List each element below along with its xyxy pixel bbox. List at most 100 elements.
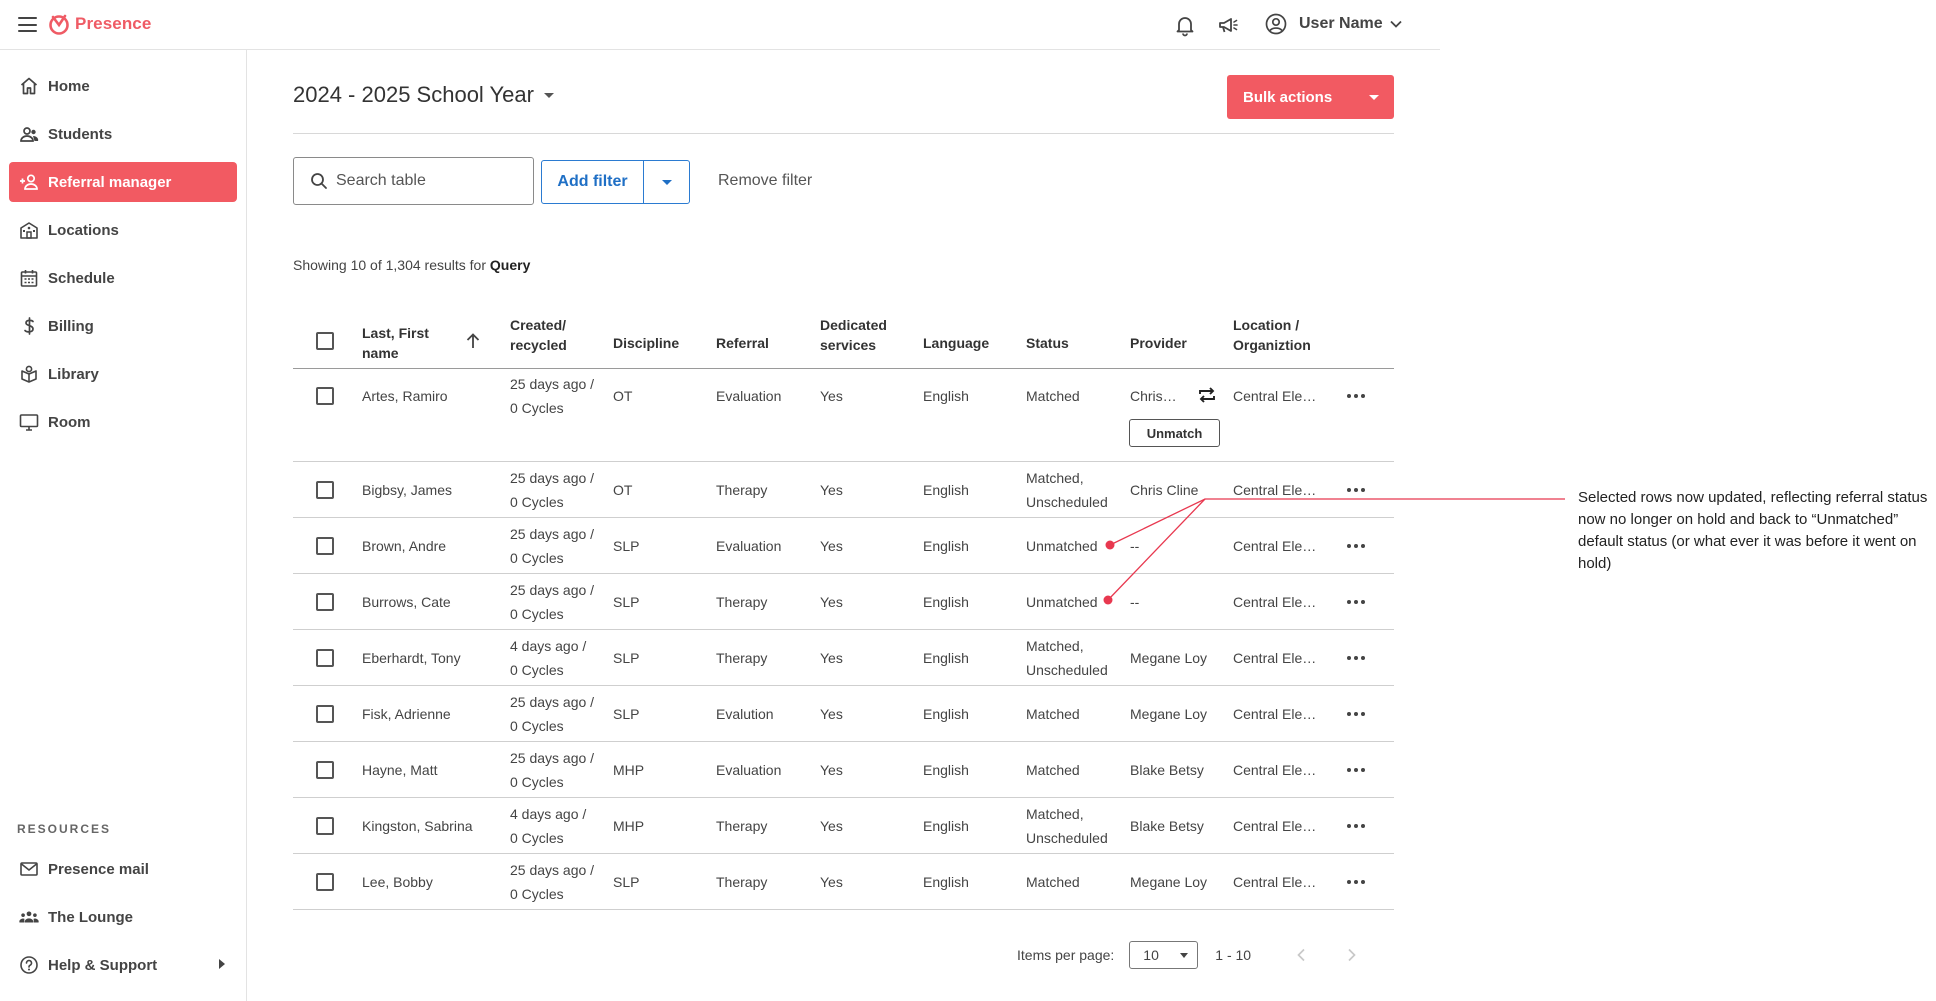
- header-text: Created/: [510, 317, 567, 333]
- cell-dedicated: Yes: [820, 874, 843, 890]
- cell-discipline: OT: [613, 482, 633, 498]
- cell-discipline: SLP: [613, 594, 640, 610]
- previous-page-icon[interactable]: [1294, 948, 1308, 962]
- next-page-icon[interactable]: [1345, 948, 1359, 962]
- sidebar-item-referral-manager[interactable]: Referral manager: [9, 162, 237, 202]
- row-checkbox[interactable]: [316, 873, 334, 891]
- row-checkbox[interactable]: [316, 817, 334, 835]
- sidebar-item-schedule[interactable]: Schedule: [9, 258, 237, 298]
- sidebar-item-the-lounge[interactable]: The Lounge: [9, 897, 237, 937]
- column-header-discipline[interactable]: Discipline: [613, 333, 679, 353]
- more-options-icon[interactable]: [1346, 648, 1366, 668]
- column-header-referral[interactable]: Referral: [716, 333, 769, 353]
- cell-language: English: [923, 594, 969, 610]
- column-header-name[interactable]: Last, First name: [362, 323, 429, 363]
- row-checkbox[interactable]: [316, 481, 334, 499]
- table-row[interactable]: Lee, Bobby 25 days ago / 0 Cycles SLP Therap…: [293, 854, 1394, 910]
- more-options-icon[interactable]: [1346, 816, 1366, 836]
- column-header-created[interactable]: Created/ recycled: [510, 315, 567, 355]
- swap-provider-icon[interactable]: [1197, 385, 1217, 405]
- row-checkbox[interactable]: [316, 649, 334, 667]
- cell-dedicated: Yes: [820, 538, 843, 554]
- cell-location: Central Ele…: [1233, 762, 1317, 778]
- table-row[interactable]: Kingston, Sabrina 4 days ago / 0 Cycles MHP…: [293, 798, 1394, 854]
- sidebar-item-billing[interactable]: Billing: [9, 306, 237, 346]
- header-text: name: [362, 345, 399, 361]
- table-row[interactable]: Brown, Andre 25 days ago / 0 Cycles SLP Eval…: [293, 518, 1394, 574]
- cell-line: Unscheduled: [1026, 830, 1108, 846]
- cell-provider: Megane Loy: [1130, 874, 1208, 890]
- cell-created: 25 days ago / 0 Cycles: [510, 578, 594, 626]
- more-options-icon[interactable]: [1346, 704, 1366, 724]
- sidebar-item-students[interactable]: Students: [9, 114, 237, 154]
- hamburger-menu-icon[interactable]: [18, 17, 37, 32]
- more-options-icon[interactable]: [1346, 480, 1366, 500]
- cell-name: Brown, Andre: [362, 538, 447, 554]
- cell-created: 25 days ago / 0 Cycles: [510, 746, 594, 794]
- megaphone-icon[interactable]: [1216, 13, 1240, 37]
- more-options-icon[interactable]: [1346, 760, 1366, 780]
- caret-down-icon[interactable]: [1354, 75, 1394, 119]
- items-per-page-select[interactable]: 10: [1129, 941, 1199, 969]
- add-filter-button[interactable]: Add filter: [542, 161, 644, 203]
- cell-status: Unmatched: [1026, 534, 1098, 558]
- sidebar-item-library[interactable]: Library: [9, 354, 237, 394]
- user-menu[interactable]: User Name: [1265, 13, 1403, 35]
- bulk-actions-button[interactable]: Bulk actions: [1227, 75, 1394, 119]
- cell-line: 25 days ago /: [510, 694, 595, 710]
- caret-down-icon[interactable]: [644, 161, 689, 203]
- more-options-icon[interactable]: [1346, 872, 1366, 892]
- more-options-icon[interactable]: [1346, 592, 1366, 612]
- sidebar-item-locations[interactable]: Locations: [9, 210, 237, 250]
- table-row[interactable]: Burrows, Cate 25 days ago / 0 Cycles SLP The…: [293, 574, 1394, 630]
- cell-line: Matched,: [1026, 470, 1084, 486]
- cell-line: Matched,: [1026, 806, 1084, 822]
- unmatch-button[interactable]: Unmatch: [1129, 419, 1220, 447]
- row-checkbox[interactable]: [316, 705, 334, 723]
- presence-logo-icon: [49, 14, 69, 35]
- cell-line: 0 Cycles: [510, 662, 564, 678]
- sidebar-item-presence-mail[interactable]: Presence mail: [9, 849, 237, 889]
- row-checkbox[interactable]: [316, 593, 334, 611]
- cell-referral: Therapy: [716, 594, 768, 610]
- search-box[interactable]: [293, 157, 534, 205]
- more-options-icon[interactable]: [1346, 386, 1366, 406]
- table-row[interactable]: Bigbsy, James 25 days ago / 0 Cycles OT Ther…: [293, 462, 1394, 518]
- more-options-icon[interactable]: [1346, 536, 1366, 556]
- row-checkbox[interactable]: [316, 761, 334, 779]
- table-row[interactable]: Hayne, Matt 25 days ago / 0 Cycles MHP Evalu…: [293, 742, 1394, 798]
- column-header-location[interactable]: Location / Organiztion: [1233, 315, 1311, 355]
- search-input[interactable]: [336, 172, 516, 190]
- table-row[interactable]: Artes, Ramiro 25 days ago / 0 Cycles OT Eval…: [293, 369, 1394, 462]
- select-all-checkbox[interactable]: [316, 332, 334, 350]
- school-year-selector[interactable]: 2024 - 2025 School Year: [293, 82, 554, 108]
- help-icon: [19, 955, 39, 975]
- column-header-status[interactable]: Status: [1026, 333, 1069, 353]
- sidebar-item-home[interactable]: Home: [9, 66, 237, 106]
- header-divider: [293, 133, 1394, 134]
- cell-referral: Evaluation: [716, 388, 782, 404]
- cell-location: Central Ele…: [1233, 388, 1317, 404]
- row-checkbox[interactable]: [316, 537, 334, 555]
- cell-location: Central Ele…: [1233, 706, 1317, 722]
- row-checkbox[interactable]: [316, 387, 334, 405]
- cell-name: Eberhardt, Tony: [362, 650, 461, 666]
- sidebar-item-label: Schedule: [48, 269, 115, 287]
- sort-ascending-icon[interactable]: [464, 332, 482, 350]
- cell-dedicated: Yes: [820, 818, 843, 834]
- cell-line: Matched,: [1026, 638, 1084, 654]
- cell-line: Matched: [1026, 706, 1080, 722]
- table-row[interactable]: Fisk, Adrienne 25 days ago / 0 Cycles SLP Ev…: [293, 686, 1394, 742]
- sidebar-item-help-support[interactable]: Help & Support: [9, 945, 237, 985]
- header-text: Organiztion: [1233, 337, 1311, 353]
- cell-referral: Evalution: [716, 706, 774, 722]
- sidebar-item-room[interactable]: Room: [9, 402, 237, 442]
- table-row[interactable]: Eberhardt, Tony 4 days ago / 0 Cycles SLP Th…: [293, 630, 1394, 686]
- column-header-dedicated[interactable]: Dedicated services: [820, 315, 887, 355]
- remove-filter-button[interactable]: Remove filter: [718, 172, 812, 190]
- cell-line: 25 days ago /: [510, 470, 595, 486]
- bell-icon[interactable]: [1173, 13, 1197, 37]
- presence-logo[interactable]: Presence: [48, 13, 151, 35]
- column-header-language[interactable]: Language: [923, 333, 989, 353]
- column-header-provider[interactable]: Provider: [1130, 333, 1187, 353]
